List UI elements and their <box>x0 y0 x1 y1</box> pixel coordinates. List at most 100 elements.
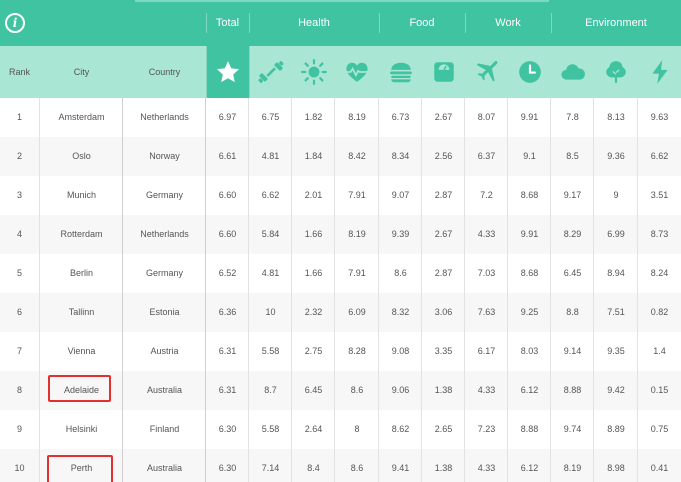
value-cell: 9.08 <box>391 346 410 356</box>
table-row[interactable]: 2 Oslo Norway 6.61 4.81 1.84 8.42 8.34 2… <box>0 137 681 177</box>
info-icon[interactable]: i <box>5 13 25 33</box>
value-cell: 8.89 <box>607 424 625 434</box>
table-row[interactable]: 1 Amsterdam Netherlands 6.97 6.75 1.82 8… <box>0 98 681 138</box>
group-total: Total <box>215 17 240 29</box>
column-divider <box>507 98 508 482</box>
cloud-icon[interactable] <box>551 46 594 98</box>
table-row[interactable]: 5 Berlin Germany 6.52 4.81 1.66 7.91 8.6… <box>0 254 681 294</box>
value-cell: 8.28 <box>348 346 366 356</box>
country-header[interactable]: Country <box>123 46 206 98</box>
value-cell: 6.37 <box>477 151 496 161</box>
table-row[interactable]: 4 Rotterdam Netherlands 6.60 5.84 1.66 8… <box>0 215 681 255</box>
value-cell: 9.91 <box>520 229 539 239</box>
table-row[interactable]: 6 Tallinn Estonia 6.36 10 2.32 6.09 8.32… <box>0 293 681 333</box>
total-cell: 6.60 <box>218 229 237 239</box>
value-cell: 9.17 <box>563 190 582 200</box>
value-cell: 0.15 <box>650 385 669 395</box>
column-header: Rank City Country <box>0 46 681 98</box>
value-cell: 9.25 <box>520 307 539 317</box>
sun-icon[interactable] <box>292 46 335 98</box>
rank-header[interactable]: Rank <box>0 46 39 98</box>
rank-cell: 6 <box>16 307 22 317</box>
column-divider <box>593 98 594 482</box>
plane-icon[interactable] <box>465 46 508 98</box>
table-row[interactable]: 8 Adelaide Australia 6.31 8.7 6.45 8.6 9… <box>0 371 681 411</box>
value-cell: 9.1 <box>523 151 536 161</box>
value-cell: 0.82 <box>650 307 669 317</box>
value-cell: 8.32 <box>391 307 410 317</box>
value-cell: 8.6 <box>394 268 407 278</box>
value-cell: 4.33 <box>477 385 496 395</box>
rank-cell: 3 <box>16 190 22 200</box>
value-cell: 7.63 <box>477 307 496 317</box>
column-divider <box>334 98 335 482</box>
city-header[interactable]: City <box>40 46 123 98</box>
city-cell: Oslo <box>72 151 91 161</box>
country-cell: Norway <box>149 151 180 161</box>
value-cell: 6.62 <box>261 190 280 200</box>
value-cell: 5.58 <box>261 346 280 356</box>
value-cell: 9.39 <box>391 229 410 239</box>
value-cell: 4.33 <box>477 463 496 473</box>
city-cell: Amsterdam <box>58 112 105 122</box>
value-cell: 9.14 <box>563 346 582 356</box>
city-cell: Adelaide <box>63 385 100 395</box>
value-cell: 8.73 <box>650 229 669 239</box>
clock-icon[interactable] <box>508 46 551 98</box>
value-cell: 8.68 <box>520 268 539 278</box>
value-cell: 8.88 <box>563 385 582 395</box>
value-cell: 8.29 <box>563 229 582 239</box>
value-cell: 3.06 <box>434 307 453 317</box>
lightning-icon[interactable] <box>638 46 681 98</box>
rank-cell: 8 <box>16 385 22 395</box>
value-cell: 9.07 <box>391 190 410 200</box>
star-icon[interactable] <box>206 46 249 98</box>
rank-cell: 4 <box>16 229 22 239</box>
city-cell: Helsinki <box>65 424 98 434</box>
value-cell: 7.03 <box>477 268 496 278</box>
table-row[interactable]: 10 Perth Australia 6.30 7.14 8.4 8.6 9.4… <box>0 449 681 482</box>
value-cell: 9 <box>613 190 619 200</box>
value-cell: 7.91 <box>348 190 366 200</box>
value-cell: 7.91 <box>348 268 366 278</box>
value-cell: 5.84 <box>261 229 280 239</box>
value-cell: 8.19 <box>348 112 366 122</box>
tree-icon[interactable] <box>594 46 638 98</box>
value-cell: 8.7 <box>264 385 277 395</box>
city-cell: Rotterdam <box>60 229 103 239</box>
total-cell: 6.61 <box>218 151 237 161</box>
value-cell: 0.75 <box>650 424 669 434</box>
group-separator <box>206 13 207 33</box>
value-cell: 0.41 <box>650 463 669 473</box>
total-cell: 6.97 <box>218 112 237 122</box>
value-cell: 9.36 <box>607 151 625 161</box>
value-cell: 2.87 <box>434 268 453 278</box>
value-cell: 7.51 <box>607 307 625 317</box>
country-cell: Finland <box>149 424 180 434</box>
table-row[interactable]: 9 Helsinki Finland 6.30 5.58 2.64 8 8.62… <box>0 410 681 450</box>
value-cell: 8.07 <box>477 112 496 122</box>
country-cell: Estonia <box>149 307 180 317</box>
rank-cell: 5 <box>16 268 22 278</box>
value-cell: 8.94 <box>607 268 625 278</box>
heartbeat-icon[interactable] <box>335 46 379 98</box>
value-cell: 8.19 <box>348 229 366 239</box>
value-cell: 4.33 <box>477 229 496 239</box>
country-cell: Austria <box>150 346 179 356</box>
total-cell: 6.52 <box>218 268 237 278</box>
burger-icon[interactable] <box>379 46 422 98</box>
value-cell: 8.8 <box>566 307 579 317</box>
scale-icon[interactable] <box>422 46 465 98</box>
dumbbell-icon[interactable] <box>249 46 292 98</box>
value-cell: 7.23 <box>477 424 496 434</box>
group-food: Food <box>409 17 435 29</box>
value-cell: 1.84 <box>304 151 323 161</box>
table-row[interactable]: 7 Vienna Austria 6.31 5.58 2.75 8.28 9.0… <box>0 332 681 372</box>
value-cell: 8.19 <box>563 463 582 473</box>
value-cell: 2.87 <box>434 190 453 200</box>
group-separator <box>379 13 380 33</box>
column-divider <box>550 98 551 482</box>
value-cell: 2.64 <box>304 424 323 434</box>
value-cell: 1.82 <box>304 112 323 122</box>
table-row[interactable]: 3 Munich Germany 6.60 6.62 2.01 7.91 9.0… <box>0 176 681 216</box>
